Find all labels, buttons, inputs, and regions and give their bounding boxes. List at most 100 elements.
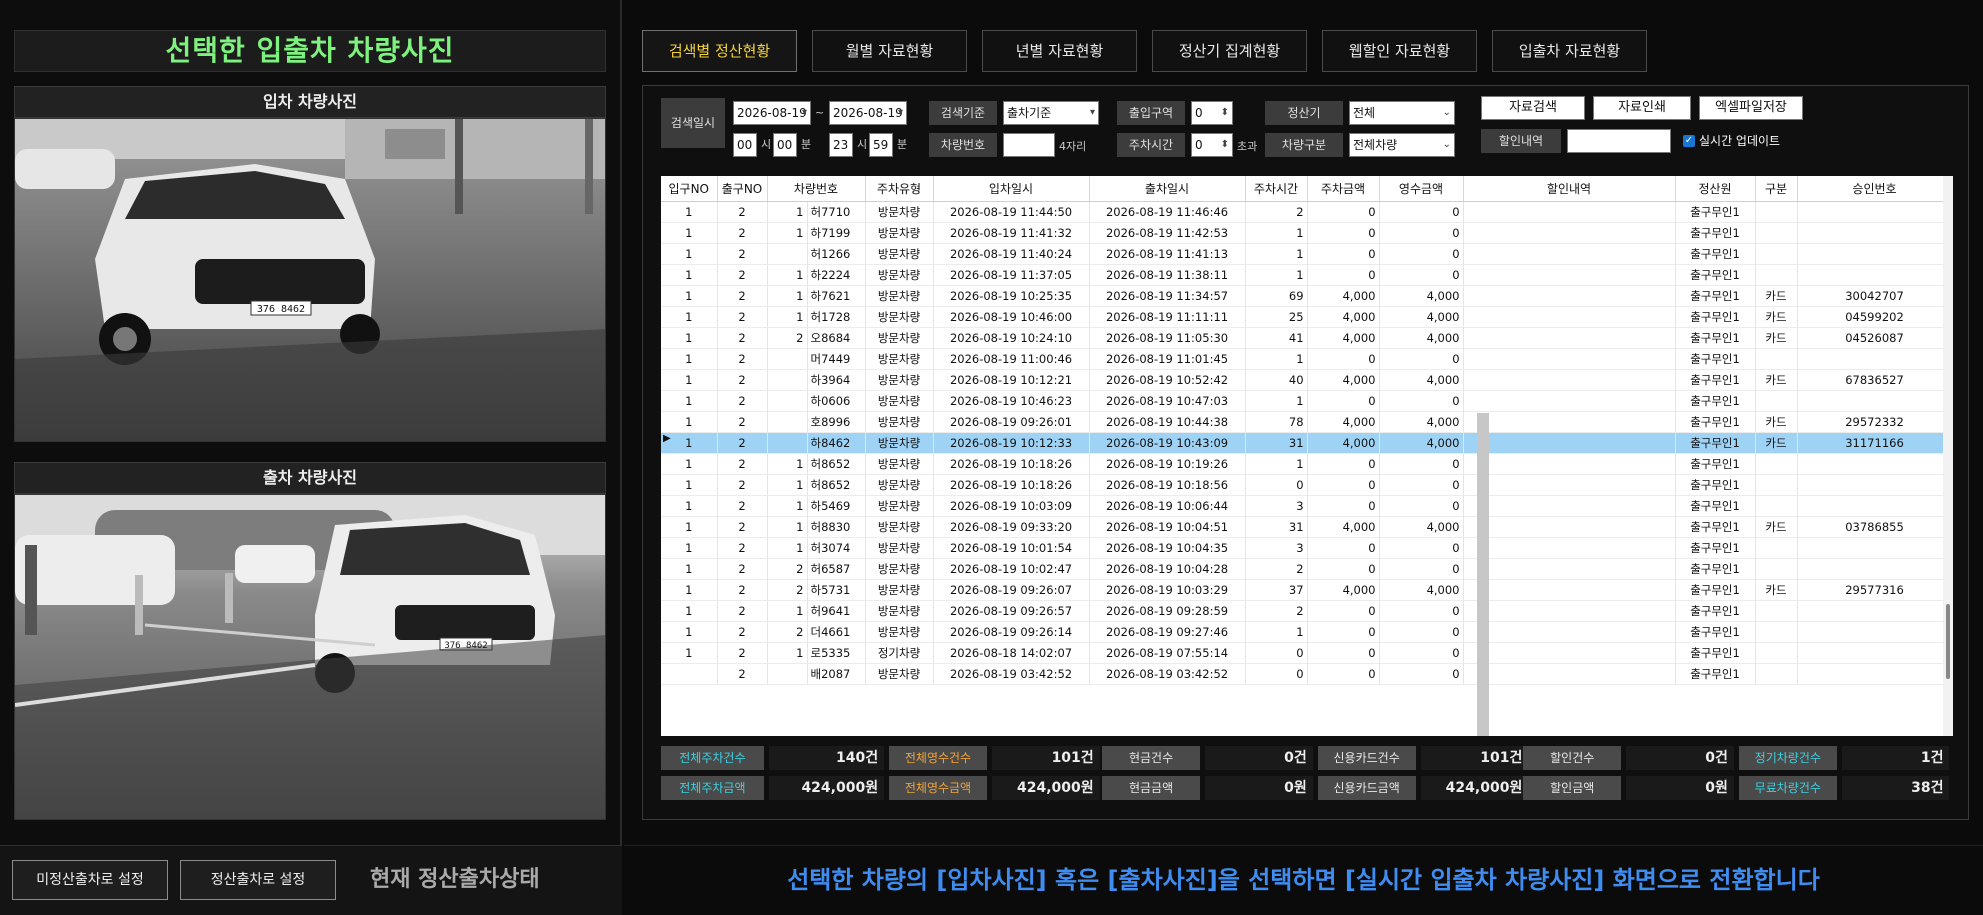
column-header[interactable]: 주차유형 [865,176,934,202]
tab-3[interactable]: 년별 자료현황 [982,30,1137,72]
table-row[interactable]: 1 2 머7449 방문차량 2026-08-19 11:00:46 2026-08-19… [661,348,1952,370]
table-cell: 카드 [1755,285,1798,307]
table-row[interactable]: ▶ 1 2 하8462 방문차량 2026-08-19 10:12:33 2026-08-1… [661,432,1952,454]
search-button[interactable]: 자료검색 [1481,96,1585,120]
table-cell: 2026-08-19 11:40:24 [933,243,1090,265]
column-header[interactable]: 출구NO [717,176,768,202]
column-header[interactable]: 승인번호 [1797,176,1952,202]
table-cell [1797,558,1952,580]
exit-photo[interactable]: 376 8462 [14,494,606,820]
table-cell: 카드 [1755,306,1798,328]
tab-1[interactable]: 검색별 정산현황 [642,30,797,72]
table-cell [1797,390,1952,412]
table-row[interactable]: 1 2 1 하5469 방문차량 2026-08-19 10:03:09 2026-08-1… [661,495,1952,517]
table-cell: 4,000 [1307,411,1380,433]
realtime-update-toggle[interactable]: ✓ 실시간 업데이트 [1683,129,1780,153]
table-row[interactable]: 2 배2087 방문차량 2026-08-19 03:42:52 2026-08-19 … [661,663,1952,685]
column-header[interactable]: 입차일시 [933,176,1090,202]
table-cell: 2026-08-19 09:33:20 [933,516,1090,538]
table-row[interactable]: 1 2 1 허1728 방문차량 2026-08-19 10:46:00 2026-08-1… [661,306,1952,328]
right-panel: 검색별 정산현황 월별 자료현황 년별 자료현황 정산기 집계현황 웹할인 자료현황 입출… [624,0,1983,915]
discount-input[interactable] [1567,129,1671,153]
plate-number-input[interactable] [1003,133,1055,157]
column-header[interactable]: 차량번호 [767,176,866,202]
column-header[interactable]: 영수금액 [1379,176,1464,202]
table-row[interactable]: 1 2 하0606 방문차량 2026-08-19 10:46:23 2026-08-19… [661,390,1952,412]
table-row[interactable]: 1 2 하3964 방문차량 2026-08-19 10:12:21 2026-08-19… [661,369,1952,391]
set-paid-exit-button[interactable]: 정산출차로 설정 [180,860,336,900]
table-row[interactable]: 1 2 1 허8652 방문차량 2026-08-19 10:18:26 2026-08-1… [661,474,1952,496]
column-header[interactable]: 주차시간 [1245,176,1308,202]
table-row[interactable]: 1 2 1 하2224 방문차량 2026-08-19 11:37:05 2026-08-1… [661,264,1952,286]
table-row[interactable]: 1 2 2 허6587 방문차량 2026-08-19 10:02:47 2026-08-1… [661,558,1952,580]
tab-4[interactable]: 정산기 집계현황 [1152,30,1307,72]
entry-photo[interactable]: 376 8462 [14,118,606,442]
vehicle-type-select[interactable]: 전체차량 ⌄ [1349,133,1455,157]
table-row[interactable]: 1 2 1 허8652 방문차량 2026-08-19 10:18:26 2026-08-1… [661,453,1952,475]
print-button[interactable]: 자료인쇄 [1593,96,1691,120]
table-cell: 2026-08-19 10:03:09 [933,495,1090,517]
table-cell: 허3074 [807,537,866,559]
table-row[interactable]: 1 2 1 로5335 정기차량 2026-08-18 14:02:07 2026-08-1… [661,642,1952,664]
table-row[interactable]: 1 2 호8996 방문차량 2026-08-19 09:26:01 2026-08-19… [661,411,1952,433]
table-cell: 0 [1307,663,1380,685]
date-range-tilde: ~ [815,106,825,119]
table-row[interactable]: 1 2 1 허8830 방문차량 2026-08-19 09:33:20 2026-08-1… [661,516,1952,538]
column-header[interactable]: 출차일시 [1089,176,1246,202]
column-header[interactable]: 주차금액 [1307,176,1380,202]
table-row[interactable]: 1 2 1 하7199 방문차량 2026-08-19 11:41:32 2026-08-1… [661,222,1952,244]
summary-value: 38건 [1841,776,1950,800]
table-row[interactable]: 1 2 1 하7621 방문차량 2026-08-19 10:25:35 2026-08-1… [661,285,1952,307]
tab-6[interactable]: 입출차 자료현황 [1492,30,1647,72]
records-grid[interactable]: 입구NO 출구NO 차량번호 주차유형 입차일시 출차일시 주차시간 주차금액 영수금액 할인내역… [661,176,1952,736]
table-cell: 4,000 [1307,327,1380,349]
excel-save-button[interactable]: 엑셀파일저장 [1699,96,1803,120]
table-cell [1755,222,1798,244]
table-cell: 37 [1245,579,1308,601]
table-row[interactable]: 1 2 허1266 방문차량 2026-08-19 11:40:24 2026-08-19… [661,243,1952,265]
table-cell [1797,642,1952,664]
table-cell: 1 [661,579,718,601]
zone-stepper[interactable]: 0 ⬍ [1191,101,1233,125]
criteria-select[interactable]: 출차기준 ▾ [1003,101,1099,125]
records-table: 입구NO 출구NO 차량번호 주차유형 입차일시 출차일시 주차시간 주차금액 영수금액 할인내역… [661,176,1952,685]
table-row[interactable]: 1 2 1 허9641 방문차량 2026-08-19 09:26:57 2026-08-1… [661,600,1952,622]
column-header[interactable]: 할인내역 [1463,176,1676,202]
table-row[interactable]: 1 2 1 허3074 방문차량 2026-08-19 10:01:54 2026-08-1… [661,537,1952,559]
vertical-scrollbar[interactable] [1943,176,1953,736]
scrollbar-thumb[interactable] [1946,604,1950,679]
table-cell: 2 [717,411,768,433]
table-cell: 1 [767,642,808,664]
table-row[interactable]: 1 2 2 오8684 방문차량 2026-08-19 10:24:10 2026-08-1… [661,327,1952,349]
table-cell: 1 [767,495,808,517]
table-cell [1797,222,1952,244]
table-cell: 출구무인1 [1675,306,1756,328]
table-row[interactable]: 1 2 2 하5731 방문차량 2026-08-19 09:26:07 2026-08-1… [661,579,1952,601]
hour-from-input[interactable]: 00 [733,133,757,157]
table-row[interactable]: 1 2 2 더4661 방문차량 2026-08-19 09:26:14 2026-08-1… [661,621,1952,643]
table-cell: 2026-08-19 10:01:54 [933,537,1090,559]
table-cell: 방문차량 [865,474,934,496]
table-cell: 0 [1379,663,1464,685]
summary-label: 정기차량건수 [1738,746,1837,770]
table-cell: 2026-08-18 14:02:07 [933,642,1090,664]
column-header[interactable]: 입구NO [661,176,718,202]
date-to-picker[interactable]: 2026-08-19 ▾ [829,101,907,125]
table-cell: 방문차량 [865,411,934,433]
table-cell: 방문차량 [865,600,934,622]
column-header[interactable]: 정산원 [1675,176,1756,202]
table-cell: 2 [767,327,808,349]
hour-to-input[interactable]: 23 [829,133,853,157]
park-time-stepper[interactable]: 0 ⬍ [1191,133,1233,157]
tab-5[interactable]: 웹할인 자료현황 [1322,30,1477,72]
date-from-picker[interactable]: 2026-08-19 ▾ [733,101,811,125]
set-unpaid-exit-button[interactable]: 미정산출차로 설정 [12,860,168,900]
summary-value: 424,000원 [768,776,885,800]
minute-to-input[interactable]: 59 [869,133,893,157]
table-row[interactable]: 1 2 1 허7710 방문차량 2026-08-19 11:44:50 2026-08-1… [661,201,1952,223]
machine-select[interactable]: 전체 ⌄ [1349,101,1455,125]
minute-from-input[interactable]: 00 [773,133,797,157]
column-header[interactable]: 구분 [1755,176,1798,202]
tab-2[interactable]: 월별 자료현황 [812,30,967,72]
table-cell [1463,579,1676,601]
